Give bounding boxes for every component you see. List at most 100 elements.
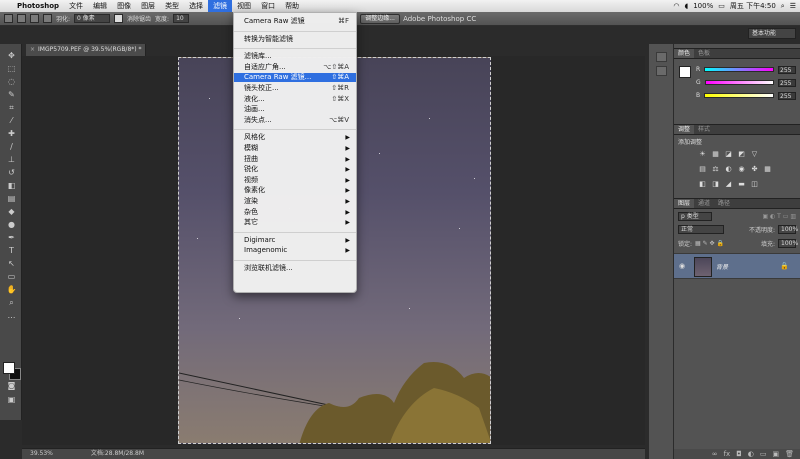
filter-menu-item[interactable]: 风格化 ▶	[234, 133, 356, 142]
history-panel-icon[interactable]	[656, 52, 667, 62]
new-layer-icon[interactable]: ▣	[772, 449, 779, 459]
add-mask-icon[interactable]: ◘	[736, 449, 742, 459]
feather-input[interactable]: 0 像素	[74, 14, 111, 23]
layer-name[interactable]: 背景	[716, 262, 728, 271]
g-slider-track[interactable]	[704, 80, 774, 85]
zoom-tool-icon[interactable]: ⌕	[6, 297, 17, 308]
tab-paths[interactable]: 路径	[714, 199, 734, 208]
volume-icon[interactable]: ◖	[685, 0, 689, 12]
tab-channels[interactable]: 通道	[694, 199, 714, 208]
black-white-icon[interactable]: ◐	[724, 165, 733, 174]
workspace-select[interactable]: 基本功能	[748, 28, 796, 39]
foreground-color-swatch[interactable]	[3, 362, 15, 374]
filter-menu-item[interactable]: 其它 ▶	[234, 218, 356, 227]
exposure-icon[interactable]: ◩	[737, 150, 746, 159]
levels-icon[interactable]: ▦	[711, 150, 720, 159]
opacity-input[interactable]: 100%	[778, 224, 798, 234]
filter-menu-item[interactable]: Digimarc ▶	[234, 236, 356, 245]
filter-menu-item[interactable]: 渲染 ▶	[234, 197, 356, 206]
battery-icon[interactable]: ▭	[718, 0, 725, 12]
color-slider-r[interactable]: R 255	[696, 65, 796, 74]
visibility-eye-icon[interactable]: ◉	[679, 262, 685, 270]
brush-tool-icon[interactable]: ∕	[6, 141, 17, 152]
healing-brush-icon[interactable]: ✚	[6, 128, 17, 139]
menu-select[interactable]: 选择	[184, 0, 208, 12]
tab-color[interactable]: 颜色	[674, 49, 695, 58]
close-tab-icon[interactable]: ×	[30, 44, 35, 56]
color-slider-b[interactable]: B 255	[696, 91, 796, 100]
fill-input[interactable]: 100%	[778, 238, 798, 248]
menu-file[interactable]: 文件	[64, 0, 88, 12]
filter-menu-item[interactable]: 视频 ▶	[234, 176, 356, 185]
filter-menu-item[interactable]: 扭曲 ▶	[234, 155, 356, 164]
hand-tool-icon[interactable]: ✋	[6, 284, 17, 295]
g-value[interactable]: 255	[778, 78, 796, 87]
more-tools-icon[interactable]: …	[6, 310, 17, 321]
r-value[interactable]: 255	[778, 65, 796, 74]
menu-filter[interactable]: 滤镜	[208, 0, 233, 12]
threshold-icon[interactable]: ◢	[724, 180, 733, 189]
filter-menu-item[interactable]: Camera Raw 滤镜... ⇧⌘A	[234, 73, 356, 83]
new-selection-icon[interactable]	[17, 14, 26, 23]
clone-stamp-icon[interactable]: ⊥	[6, 154, 17, 165]
layer-kind-select[interactable]: p 类型	[678, 211, 712, 221]
eraser-tool-icon[interactable]: ◧	[6, 180, 17, 191]
eyedropper-icon[interactable]: ⁄	[6, 115, 17, 126]
move-tool-icon[interactable]: ✥	[6, 50, 17, 61]
tab-swatches[interactable]: 色板	[694, 49, 714, 58]
layer-row-background[interactable]: ◉ 背景 🔒	[674, 253, 800, 279]
menu-type[interactable]: 类型	[160, 0, 184, 12]
menu-help[interactable]: 帮助	[280, 0, 304, 12]
filter-menu-item[interactable]: 油画...	[234, 105, 356, 114]
filter-menu-item[interactable]: 转换为智能滤镜	[234, 35, 356, 44]
posterize-icon[interactable]: ◨	[711, 180, 720, 189]
marquee-tool-icon[interactable]: ⬚	[6, 63, 17, 74]
filter-menu-item[interactable]: 镜头校正... ⇧⌘R	[234, 84, 356, 93]
spotlight-icon[interactable]: ⌕	[781, 0, 785, 12]
b-value[interactable]: 255	[778, 91, 796, 100]
brightness-icon[interactable]: ☀	[698, 150, 707, 159]
lasso-tool-icon[interactable]: ◌	[6, 76, 17, 87]
marquee-tool-icon[interactable]	[4, 14, 13, 23]
filter-menu-item[interactable]: 滤镜库...	[234, 52, 356, 61]
vibrance-icon[interactable]: ▽	[750, 150, 759, 159]
pen-tool-icon[interactable]: ✒	[6, 232, 17, 243]
lock-icons[interactable]: ▦ ✎ ✥ 🔒	[695, 240, 724, 247]
r-slider-track[interactable]	[704, 67, 774, 72]
dodge-tool-icon[interactable]: ●	[6, 219, 17, 230]
subtract-selection-icon[interactable]	[43, 14, 52, 23]
document-size[interactable]: 文档:28.8M/28.8M	[91, 449, 144, 459]
menu-window[interactable]: 窗口	[256, 0, 280, 12]
color-foreground-swatch[interactable]	[679, 66, 691, 78]
clock[interactable]: 周五 下午4:50	[730, 0, 776, 12]
filter-menu-item[interactable]: 液化... ⇧⌘X	[234, 95, 356, 104]
blur-tool-icon[interactable]: ◆	[6, 206, 17, 217]
filter-menu-item[interactable]: 自适应广角... ⌥⇧⌘A	[234, 63, 356, 72]
crop-tool-icon[interactable]: ⌗	[6, 102, 17, 113]
new-adjustment-icon[interactable]: ◐	[748, 449, 754, 459]
blend-mode-select[interactable]: 正常	[678, 224, 724, 234]
add-selection-icon[interactable]	[30, 14, 39, 23]
tab-adjustments[interactable]: 调整	[674, 125, 695, 134]
document-tab[interactable]: × IMGP5709.PEF @ 39.5%(RGB/8*) *	[26, 44, 146, 56]
gradient-tool-icon[interactable]: ▤	[6, 193, 17, 204]
invert-icon[interactable]: ◧	[698, 180, 707, 189]
refine-edge-button[interactable]: 调整边缘...	[360, 13, 400, 24]
filter-menu-item[interactable]: Camera Raw 滤镜 ⌘F	[234, 17, 356, 26]
type-tool-icon[interactable]: T	[6, 245, 17, 256]
link-layers-icon[interactable]: ∞	[712, 449, 718, 459]
channel-mixer-icon[interactable]: ✤	[750, 165, 759, 174]
history-brush-icon[interactable]: ↺	[6, 167, 17, 178]
selective-color-icon[interactable]: ◫	[750, 180, 759, 189]
b-slider-track[interactable]	[704, 93, 774, 98]
filter-menu-item[interactable]: 杂色 ▶	[234, 208, 356, 217]
filter-menu-item[interactable]: 消失点... ⌥⌘V	[234, 116, 356, 125]
menu-image[interactable]: 图像	[112, 0, 136, 12]
filter-menu-item[interactable]: 锐化 ▶	[234, 165, 356, 174]
filter-icons[interactable]: ▣ ◐ T ▭ ▥	[762, 213, 796, 220]
filter-menu-item[interactable]: 浏览联机滤镜...	[234, 264, 356, 273]
zoom-level[interactable]: 39.53%	[30, 449, 53, 459]
tab-styles[interactable]: 样式	[694, 125, 714, 134]
shape-tool-icon[interactable]: ▭	[6, 271, 17, 282]
properties-panel-icon[interactable]	[656, 66, 667, 76]
